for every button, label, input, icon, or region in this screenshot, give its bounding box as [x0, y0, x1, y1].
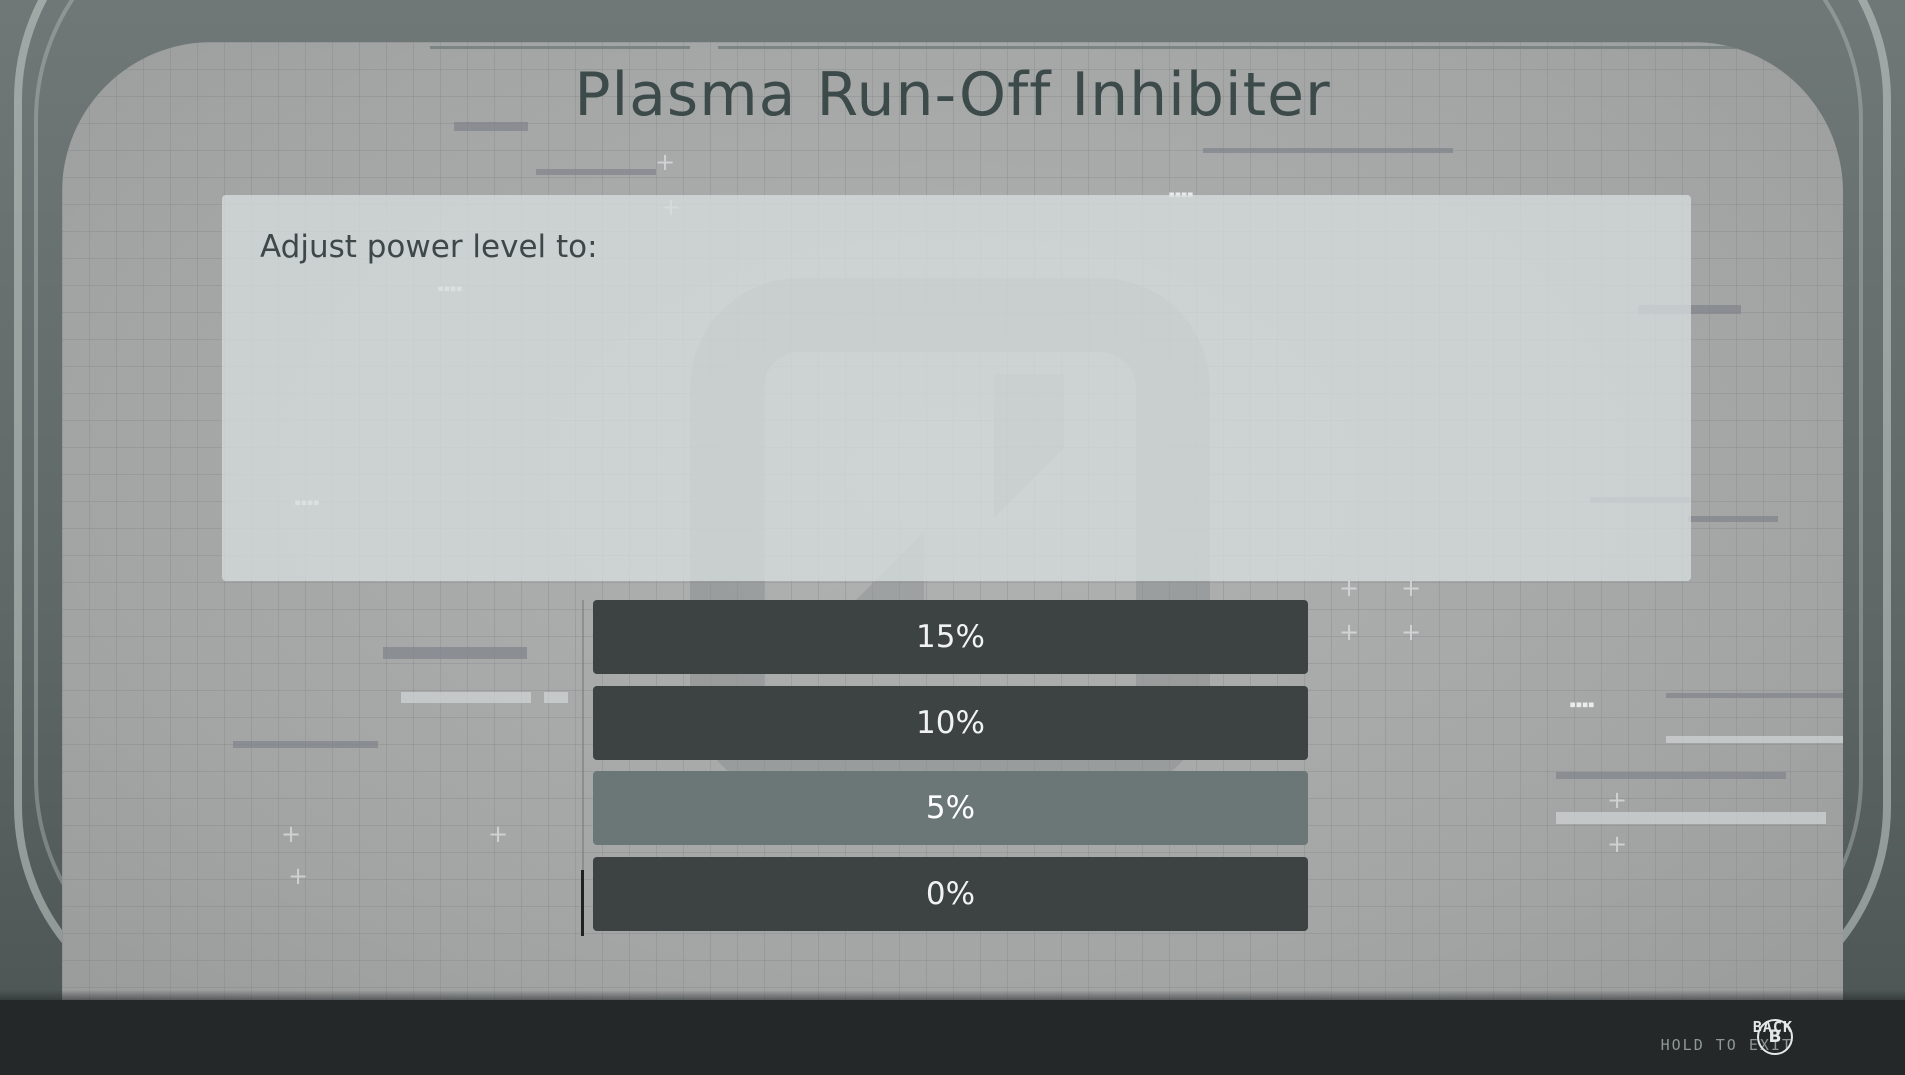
- decor-dots: ▪▪▪▪: [1569, 697, 1595, 711]
- scroll-indicator: [581, 870, 584, 936]
- decor-bar: [383, 647, 527, 659]
- instruction-panel: Adjust power level to:: [222, 195, 1691, 581]
- decor-bar: [1666, 693, 1843, 698]
- decor-bar: [544, 692, 568, 703]
- instruction-text: Adjust power level to:: [260, 229, 598, 265]
- decor-bar: [233, 741, 378, 748]
- decor-plus: +: [1607, 786, 1628, 814]
- decor-bar: [1556, 772, 1786, 779]
- decor-plus: +: [1401, 618, 1422, 646]
- decor-plus: +: [655, 148, 676, 176]
- decor-plus: +: [281, 820, 302, 848]
- page-title: Plasma Run-Off Inhibiter: [574, 60, 1331, 130]
- decor-line: [718, 46, 1768, 49]
- option-10-percent-button[interactable]: 10%: [593, 686, 1308, 760]
- option-5-percent-button[interactable]: 5%: [593, 771, 1308, 845]
- decor-bar: [1556, 812, 1826, 824]
- decor-plus: +: [1607, 830, 1628, 858]
- decor-bar: [536, 169, 656, 175]
- option-15-percent-button[interactable]: 15%: [593, 600, 1308, 674]
- decor-bar: [1688, 516, 1778, 522]
- decor-plus: +: [288, 862, 309, 890]
- bottom-control-bar: [0, 1000, 1905, 1075]
- option-0-percent-button[interactable]: 0%: [593, 857, 1308, 931]
- decor-plus: +: [1339, 618, 1360, 646]
- decor-line: [430, 46, 690, 49]
- decor-bar: [1666, 736, 1843, 743]
- b-button-icon[interactable]: B: [1757, 1019, 1793, 1055]
- decor-plus: +: [488, 820, 509, 848]
- decor-bar: [401, 692, 531, 703]
- decor-bar: [1203, 148, 1453, 153]
